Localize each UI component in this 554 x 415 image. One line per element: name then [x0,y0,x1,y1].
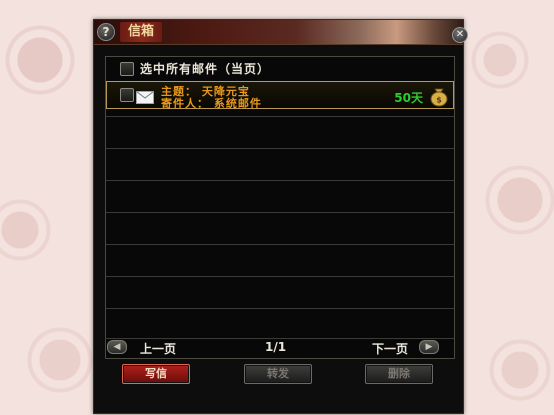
mailbox-window: ? 信箱 ✕ 选中所有邮件（当页） 主题： 天降元宝 寄件人： 系统邮件 50天… [93,19,468,414]
write-mail-button[interactable]: 写信 [122,364,190,384]
help-icon[interactable]: ? [97,23,115,41]
close-icon[interactable]: ✕ [452,27,468,43]
prev-page-link[interactable]: 上一页 [140,340,176,357]
select-all-row: 选中所有邮件（当页） [106,57,454,79]
page-indicator: 1/1 [265,340,287,354]
mail-checkbox[interactable] [120,88,134,102]
mail-list-item[interactable]: 主题： 天降元宝 寄件人： 系统邮件 50天 $ [106,81,454,110]
mail-days-left: 50天 [394,91,423,105]
empty-slot-divider [106,148,454,149]
select-all-label: 选中所有邮件（当页） [140,62,271,76]
empty-slot-divider [106,276,454,277]
mail-list-panel: 选中所有邮件（当页） 主题： 天降元宝 寄件人： 系统邮件 50天 $ [105,56,455,359]
title-bar[interactable]: ? 信箱 ✕ [94,20,468,45]
svg-text:$: $ [436,96,442,105]
empty-slot-divider [106,308,454,309]
select-all-checkbox[interactable] [120,62,134,76]
envelope-icon [136,91,154,104]
pager: ◀ 上一页 1/1 下一页 ▶ [105,338,453,357]
delete-button[interactable]: 删除 [365,364,433,384]
next-page-arrow-icon[interactable]: ▶ [419,340,439,354]
money-bag-icon: $ [430,88,448,107]
mail-sender: 寄件人： 系统邮件 [161,97,262,110]
forward-button[interactable]: 转发 [244,364,312,384]
empty-slot-divider [106,116,454,117]
prev-page-arrow-icon[interactable]: ◀ [107,340,127,354]
next-page-link[interactable]: 下一页 [372,340,408,357]
window-title: 信箱 [120,22,163,42]
empty-slot-divider [106,180,454,181]
empty-slot-divider [106,244,454,245]
empty-slot-divider [106,212,454,213]
